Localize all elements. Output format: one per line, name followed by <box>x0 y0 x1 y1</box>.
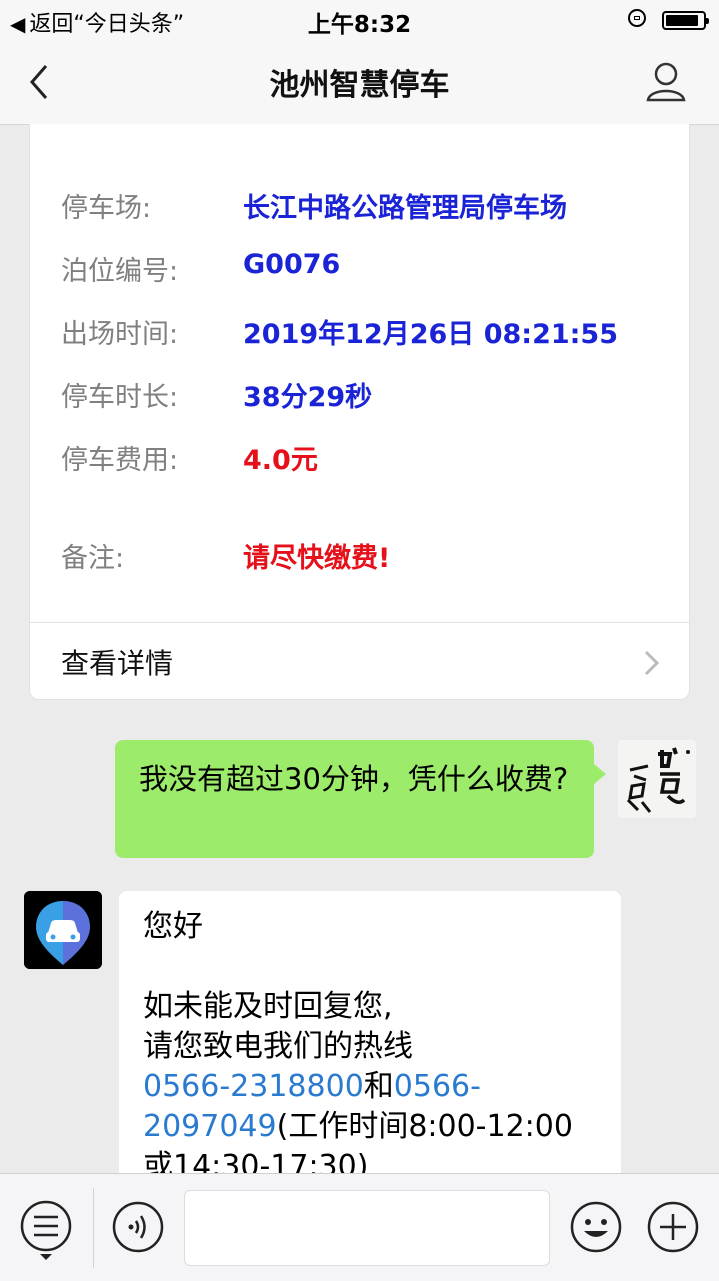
phone-link-2a[interactable]: 0566- <box>394 1069 481 1104</box>
emoji-icon <box>570 1201 622 1253</box>
profile-button[interactable] <box>642 58 690 106</box>
page-title: 池州智慧停车 <box>269 68 450 103</box>
person-icon <box>646 62 686 102</box>
info-value: 38分29秒 <box>243 382 373 413</box>
user-avatar[interactable] <box>618 740 696 818</box>
status-bar: ◀ 返回“今日头条” 上午8:32 <box>0 0 719 40</box>
battery-icon <box>662 11 709 30</box>
battery-level <box>666 15 698 26</box>
message-line: 请您致电我们的热线 <box>143 1029 413 1064</box>
info-label: 停车时长: <box>61 382 179 413</box>
menu-button[interactable] <box>20 1198 72 1260</box>
phone-link-2b[interactable]: 2097049 <box>143 1109 277 1144</box>
hotline-text: 0566-2318800和0566- 2097049(工作时间8:00-12:00… <box>143 1067 599 1187</box>
voice-icon <box>112 1201 164 1253</box>
incoming-message-bubble[interactable]: 您好 如未能及时回复您, 请您致电我们的热线 0566-2318800和0566… <box>119 891 621 1211</box>
add-button[interactable] <box>647 1201 699 1253</box>
service-avatar[interactable] <box>24 891 102 969</box>
info-label: 备注: <box>61 543 125 574</box>
bar-divider <box>93 1188 94 1268</box>
info-value: G0076 <box>243 249 341 280</box>
info-value: 请尽快缴费! <box>243 543 391 574</box>
menu-list-icon <box>20 1200 72 1260</box>
outgoing-message-bubble[interactable]: 我没有超过30分钟，凭什么收费? <box>115 740 606 858</box>
and-text: 和 <box>363 1069 394 1104</box>
plus-circle-icon <box>647 1201 699 1253</box>
line-spacer <box>143 947 599 987</box>
message-line: 如未能及时回复您, <box>143 989 393 1024</box>
rotation-lock-icon <box>628 9 646 27</box>
phone-link-1[interactable]: 0566-2318800 <box>143 1069 364 1104</box>
message-input[interactable] <box>184 1190 550 1266</box>
parking-info-card: 停车场: 长江中路公路管理局停车场 泊位编号: G0076 出场时间: 2019… <box>29 124 690 700</box>
nav-bar: 池州智慧停车 <box>0 40 719 125</box>
voice-button[interactable] <box>112 1201 164 1253</box>
info-value: 长江中路公路管理局停车场 <box>243 193 567 224</box>
bottom-input-bar <box>0 1173 719 1281</box>
emoji-button[interactable] <box>570 1201 622 1253</box>
parking-car-logo-icon <box>24 891 102 969</box>
info-label: 停车场: <box>61 193 152 224</box>
calligraphy-avatar-image <box>618 740 696 818</box>
info-label: 泊位编号: <box>61 256 179 287</box>
info-value: 4.0元 <box>243 445 318 476</box>
info-label: 停车费用: <box>61 445 179 476</box>
message-text: 我没有超过30分钟，凭什么收费? <box>139 762 569 796</box>
status-time: 上午8:32 <box>307 12 412 38</box>
info-label: 出场时间: <box>61 319 179 350</box>
card-divider <box>30 622 689 623</box>
greeting-text: 您好 <box>143 909 203 944</box>
view-details-link[interactable]: 查看详情 <box>61 642 173 682</box>
info-value: 2019年12月26日 08:21:55 <box>243 319 619 350</box>
chevron-right-icon <box>644 650 660 676</box>
